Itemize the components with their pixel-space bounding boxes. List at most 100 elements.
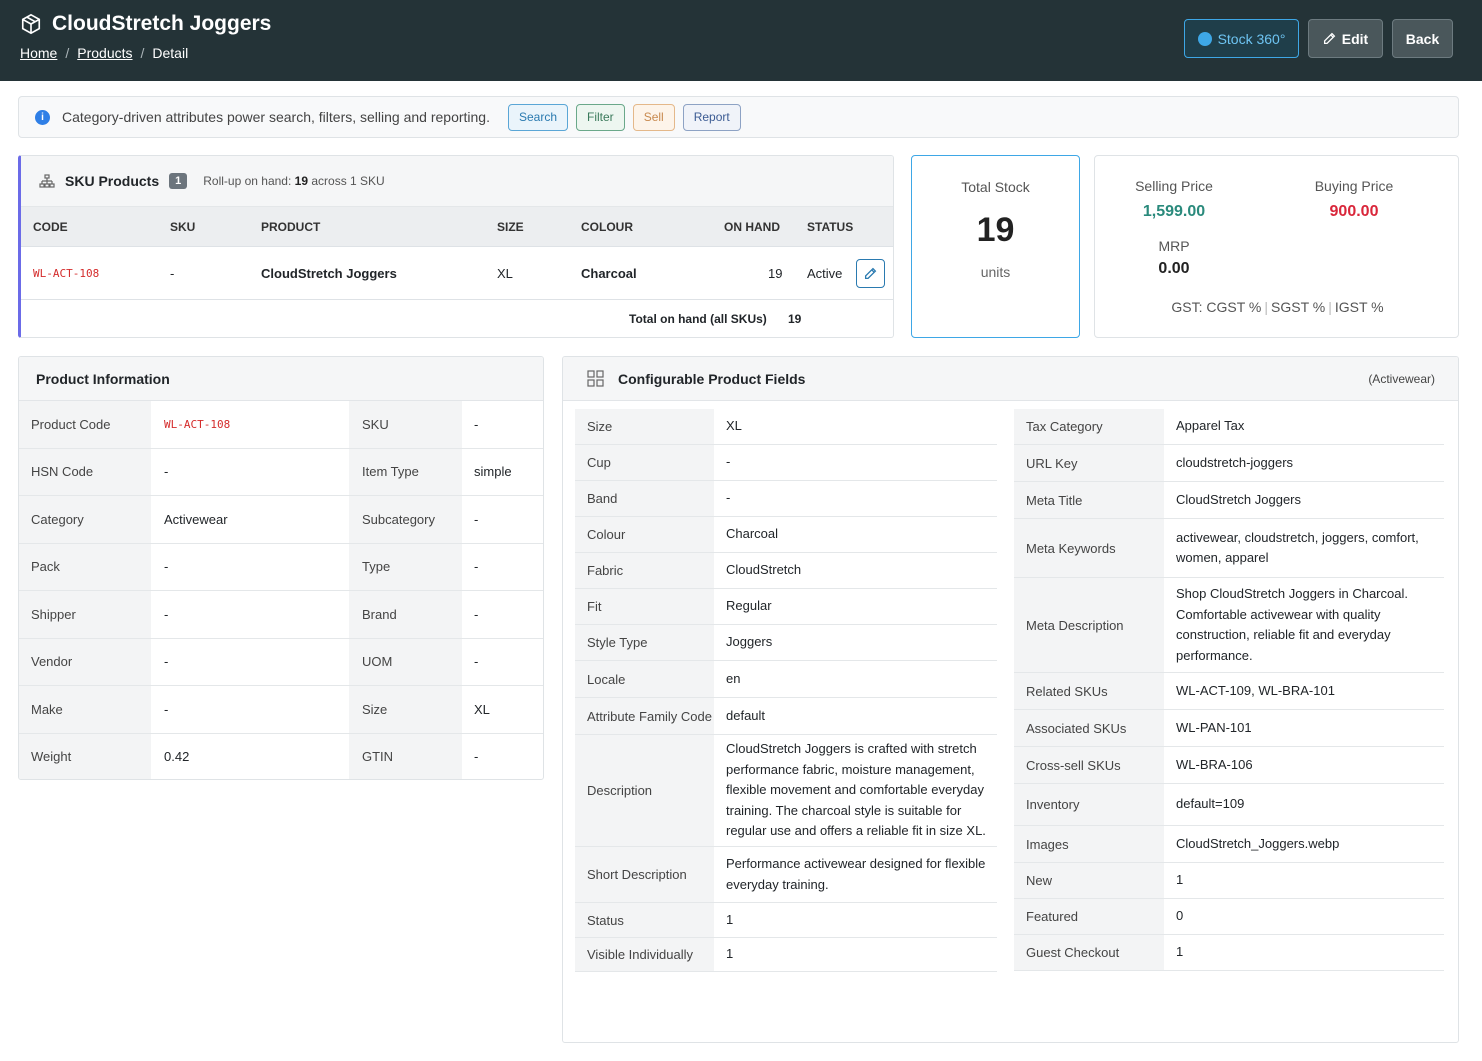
table-row: Images CloudStretch_Joggers.webp	[1014, 826, 1444, 863]
sku-table-header: CODE SKU PRODUCT SIZE COLOUR ON HAND STA…	[21, 207, 893, 247]
field-value: -	[726, 490, 731, 506]
field-key: URL Key	[1014, 445, 1164, 481]
table-row: Vendor - UOM -	[19, 638, 543, 686]
info-value: -	[474, 511, 479, 527]
total-stock-unit: units	[980, 264, 1011, 280]
field-value: Charcoal	[726, 526, 779, 542]
mrp-block: MRP 0.00	[1115, 238, 1233, 278]
table-row: Category Activewear Subcategory -	[19, 496, 543, 544]
field-value: Performance activewear designed for flex…	[726, 856, 986, 892]
stock-360-label: Stock 360°	[1217, 30, 1286, 47]
field-key: Images	[1014, 826, 1164, 862]
selling-price-value: 1,599.00	[1142, 203, 1206, 220]
info-key: Vendor	[19, 638, 151, 685]
sku-products-title: SKU Products	[65, 173, 160, 189]
field-value: CloudStretch Joggers is crafted with str…	[726, 741, 986, 839]
filter-pill[interactable]: Filter	[576, 103, 625, 131]
field-value: default=109	[1176, 796, 1245, 812]
info-text: Category-driven attributes power search,…	[62, 109, 490, 125]
field-key: Colour	[575, 517, 714, 552]
pencil-icon	[1323, 32, 1336, 45]
info-value: -	[474, 606, 479, 622]
table-row: Short Description Performance activewear …	[575, 847, 997, 903]
field-key: Band	[575, 481, 714, 516]
info-key: HSN Code	[19, 448, 151, 495]
field-key: Cross-sell SKUs	[1014, 747, 1164, 783]
field-value: default	[726, 707, 766, 723]
rollup-prefix: Roll-up on hand:	[203, 174, 292, 188]
total-stock-card: Total Stock 19 units	[911, 155, 1080, 338]
info-key: Type	[349, 543, 462, 590]
field-value: CloudStretch Joggers	[1176, 491, 1302, 507]
field-key: Attribute Family Code	[575, 698, 714, 734]
info-value: -	[164, 606, 169, 622]
selling-price-label: Selling Price	[1135, 178, 1213, 194]
field-value: Regular	[726, 598, 772, 614]
info-key: Category	[19, 496, 151, 543]
sku-edit-button[interactable]	[856, 258, 885, 288]
breadcrumb: Home / Products / Detail	[20, 45, 188, 61]
sku-edit-cell	[856, 247, 885, 299]
buying-price-label: Buying Price	[1314, 178, 1394, 194]
info-value: -	[474, 416, 479, 432]
field-value: 0	[1176, 908, 1184, 924]
info-key: Item Type	[349, 448, 462, 495]
box-icon	[21, 13, 41, 35]
table-row: Colour Charcoal	[575, 517, 997, 553]
field-value: en	[726, 670, 741, 686]
sku-colour: Charcoal	[581, 265, 637, 281]
table-row: Meta Description Shop CloudStretch Jogger…	[1014, 578, 1444, 673]
price-card: Selling Price 1,599.00 Buying Price 900.…	[1094, 155, 1459, 338]
edit-button[interactable]: Edit	[1308, 19, 1383, 58]
col-status: STATUS	[807, 219, 854, 234]
page-title: CloudStretch Joggers	[20, 12, 271, 36]
table-row: Locale en	[575, 661, 997, 698]
breadcrumb-products[interactable]: Products	[77, 45, 132, 61]
table-row: Make - Size XL	[19, 686, 543, 734]
back-button[interactable]: Back	[1392, 19, 1453, 58]
sku-product: CloudStretch Joggers	[261, 265, 397, 281]
table-row: HSN Code - Item Type simple	[19, 448, 543, 496]
info-value: -	[164, 559, 169, 575]
table-row: URL Key cloudstretch-joggers	[1014, 445, 1444, 482]
table-row: Meta Title CloudStretch Joggers	[1014, 482, 1444, 519]
table-row: Weight 0.42 GTIN -	[19, 733, 543, 779]
report-pill[interactable]: Report	[682, 103, 741, 131]
field-key: Related SKUs	[1014, 673, 1164, 709]
info-value: -	[474, 559, 479, 575]
configurable-fields-card: Configurable Product Fields (Activewear)…	[562, 356, 1459, 1043]
field-value: XL	[726, 418, 742, 434]
total-stock-value: 19	[976, 211, 1015, 249]
breadcrumb-home[interactable]: Home	[20, 45, 57, 61]
table-row: Meta Keywords activewear, cloudstretch, j…	[1014, 519, 1444, 578]
table-row: Tax Category Apparel Tax	[1014, 409, 1444, 445]
table-row: Fit Regular	[575, 589, 997, 625]
field-value: CloudStretch_Joggers.webp	[1176, 835, 1340, 851]
table-row: Size XL	[575, 409, 997, 445]
stock-360-button[interactable]: Stock 360°	[1184, 19, 1299, 58]
field-key: Size	[575, 409, 714, 444]
field-key: Fabric	[575, 553, 714, 588]
search-pill[interactable]: Search	[507, 103, 569, 131]
col-sku: SKU	[170, 219, 196, 234]
total-stock-label: Total Stock	[961, 179, 1030, 195]
info-key: Pack	[19, 543, 151, 590]
info-icon: i	[35, 109, 50, 125]
col-size: SIZE	[497, 219, 524, 234]
field-value: activewear, cloudstretch, joggers, comfo…	[1176, 529, 1419, 566]
field-key: Meta Description	[1014, 578, 1164, 672]
field-value: Apparel Tax	[1176, 418, 1245, 434]
table-row: Associated SKUs WL-PAN-101	[1014, 710, 1444, 747]
buying-price-block: Buying Price 900.00	[1295, 178, 1413, 221]
info-value: -	[164, 701, 169, 717]
info-value: WL-ACT-108	[164, 417, 231, 431]
field-key: Visible Individually	[575, 938, 714, 971]
field-value: WL-PAN-101	[1176, 719, 1252, 735]
gst-cgst: GST: CGST %	[1171, 299, 1262, 315]
page-title-text: CloudStretch Joggers	[52, 12, 272, 35]
gst-sgst: SGST %	[1271, 299, 1326, 315]
sell-pill[interactable]: Sell	[632, 103, 675, 131]
field-value: 1	[1176, 944, 1184, 960]
sku-code[interactable]: WL-ACT-108	[33, 247, 99, 299]
info-value: 0.42	[164, 749, 190, 765]
